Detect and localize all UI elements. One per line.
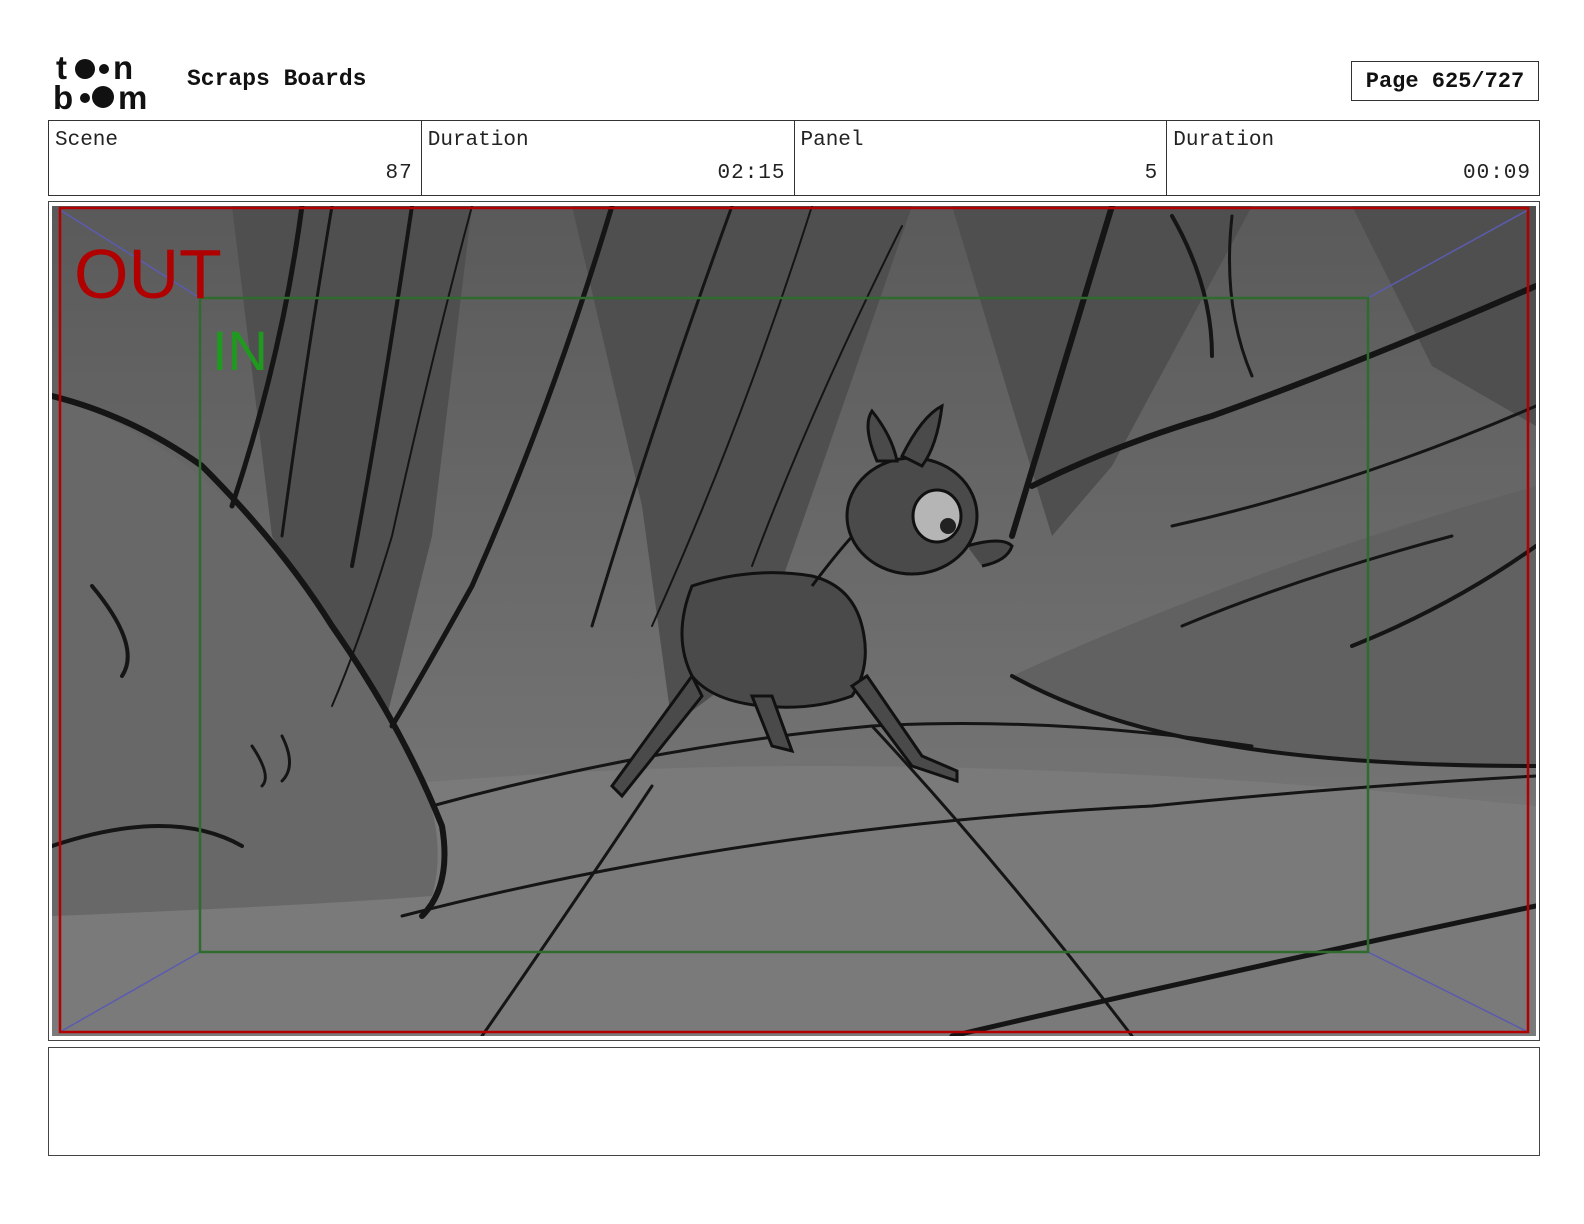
svg-text:b: b — [53, 79, 73, 112]
scene-cell: Scene 87 — [49, 121, 421, 195]
scene-value: 87 — [385, 162, 413, 185]
panel-notes — [48, 1047, 1540, 1156]
storyboard-panel-image: OUT IN — [52, 206, 1536, 1036]
svg-text:m: m — [118, 79, 147, 112]
in-label: IN — [212, 319, 268, 382]
panel-cell: Panel 5 — [793, 121, 1167, 195]
scene-info-table: Scene 87 Duration 02:15 Panel 5 Duration… — [48, 120, 1540, 196]
scene-label: Scene — [55, 129, 119, 152]
panel-duration-label: Duration — [1173, 129, 1275, 152]
panel-label: Panel — [800, 129, 864, 152]
panel-duration-cell: Duration 00:09 — [1166, 121, 1539, 195]
toonboom-logo: t n b m — [53, 50, 147, 112]
out-label: OUT — [74, 235, 222, 313]
panel-value: 5 — [1144, 162, 1159, 185]
scene-duration-value: 02:15 — [717, 162, 786, 185]
scene-duration-cell: Duration 02:15 — [420, 121, 794, 195]
document-title: Scraps Boards — [187, 66, 367, 92]
scene-duration-label: Duration — [427, 129, 529, 152]
panel-duration-value: 00:09 — [1462, 162, 1531, 185]
page-number: Page 625/727 — [1351, 61, 1539, 101]
